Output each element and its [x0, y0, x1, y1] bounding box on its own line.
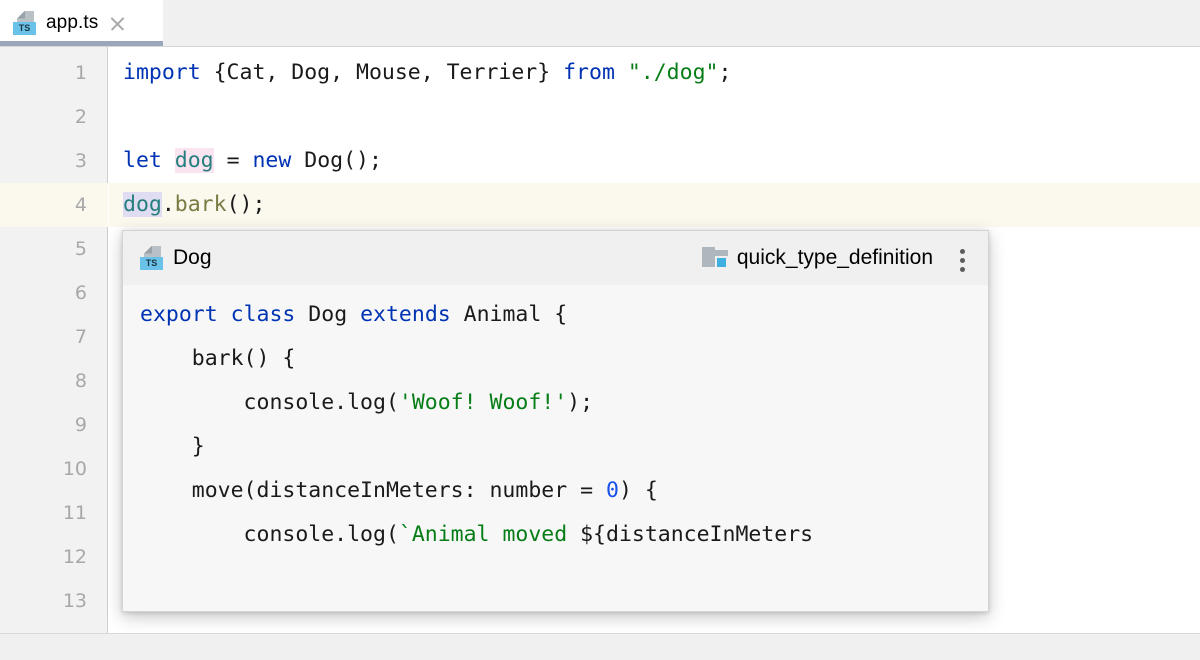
popup-code-line[interactable]: move(distanceInMeters: number = 0) { — [140, 469, 658, 513]
line-number[interactable]: 13 — [7, 579, 87, 623]
code-token: `Animal moved — [398, 522, 581, 547]
typescript-badge-label: TS — [140, 256, 163, 270]
line-number-gutter: 1 2 3 4 5 6 7 8 9 10 11 12 13 — [0, 47, 108, 633]
code-line[interactable]: let dog = new Dog(); — [123, 139, 382, 183]
popup-code-line[interactable]: } — [140, 425, 205, 469]
close-icon[interactable] — [109, 15, 126, 32]
code-token: export — [140, 302, 218, 327]
active-tab-underline — [0, 41, 163, 46]
code-token: bark() { — [140, 346, 296, 371]
code-token: ${distanceInMeters — [580, 522, 814, 547]
line-number[interactable]: 4 — [7, 183, 87, 227]
code-token: Animal { — [450, 302, 568, 327]
code-token: extends — [360, 302, 451, 327]
code-token: console.log( — [140, 390, 399, 415]
code-token: {Cat, Dog, Mouse, Terrier} — [200, 60, 564, 85]
ide-window: TS app.ts 1 2 3 4 5 6 7 8 9 10 11 12 13 import {Cat,… — [0, 0, 1200, 660]
code-token: Dog — [295, 302, 361, 327]
line-number[interactable]: 3 — [7, 139, 87, 183]
code-token: Dog(); — [291, 148, 382, 173]
popup-code-line[interactable]: bark() { — [140, 337, 296, 381]
code-token: (); — [226, 192, 266, 217]
popup-header: TS Dog quick_type_definition — [123, 231, 988, 285]
line-number[interactable]: 11 — [7, 491, 87, 535]
code-token: let — [123, 148, 162, 173]
typescript-file-icon: TS — [13, 10, 37, 36]
code-token: import — [123, 60, 201, 85]
quick-type-definition-popup[interactable]: TS Dog quick_type_definition export clas… — [122, 230, 989, 612]
folder-icon — [701, 247, 728, 269]
code-token: console.log( — [140, 522, 399, 547]
tab-label: app.ts — [46, 12, 99, 33]
code-token: bark — [174, 192, 227, 217]
code-token: move(distanceInMeters: number = — [140, 478, 606, 503]
popup-title: Dog — [173, 246, 212, 269]
popup-path-label: quick_type_definition — [736, 246, 933, 269]
popup-code-body[interactable]: export class Dog extends Animal { bark()… — [123, 285, 988, 611]
popup-code-line[interactable]: export class Dog extends Animal { — [140, 293, 567, 337]
line-number[interactable]: 12 — [7, 535, 87, 579]
code-token: = — [213, 148, 253, 173]
line-number[interactable]: 8 — [7, 359, 87, 403]
kebab-menu-icon[interactable] — [960, 249, 966, 272]
code-token: "./dog" — [627, 60, 719, 85]
line-number[interactable]: 2 — [7, 95, 87, 139]
code-token: dog — [123, 192, 162, 217]
current-line-highlight — [109, 183, 1200, 227]
line-number[interactable]: 5 — [7, 227, 87, 271]
popup-title-group: TS Dog — [123, 245, 212, 271]
code-token: . — [161, 192, 175, 217]
code-token: ; — [718, 60, 732, 85]
code-token: from — [563, 60, 615, 85]
line-number[interactable]: 9 — [7, 403, 87, 447]
editor-tab-bar: TS app.ts — [0, 0, 1200, 47]
code-token: } — [140, 434, 205, 459]
code-token: dog — [174, 148, 214, 173]
tab-app-ts[interactable]: TS app.ts — [0, 0, 163, 46]
code-token: 'Woof! Woof!' — [398, 390, 568, 415]
code-token: ); — [567, 390, 594, 415]
line-number[interactable]: 7 — [7, 315, 87, 359]
typescript-badge-label: TS — [13, 21, 36, 35]
popup-path-group[interactable]: quick_type_definition — [701, 231, 933, 285]
line-number[interactable]: 6 — [7, 271, 87, 315]
code-token: 0 — [606, 478, 619, 503]
line-number[interactable]: 10 — [7, 447, 87, 491]
typescript-file-icon: TS — [140, 245, 164, 271]
popup-code-line[interactable]: console.log(`Animal moved ${distanceInMe… — [140, 513, 814, 557]
code-line[interactable]: import {Cat, Dog, Mouse, Terrier} from "… — [123, 51, 731, 95]
code-token: new — [252, 148, 292, 173]
code-token: class — [230, 302, 296, 327]
line-number[interactable]: 1 — [7, 51, 87, 95]
code-line[interactable]: dog.bark(); — [123, 183, 265, 227]
code-token: ) { — [618, 478, 658, 503]
popup-code-line[interactable]: console.log('Woof! Woof!'); — [140, 381, 594, 425]
status-bar — [0, 633, 1200, 660]
